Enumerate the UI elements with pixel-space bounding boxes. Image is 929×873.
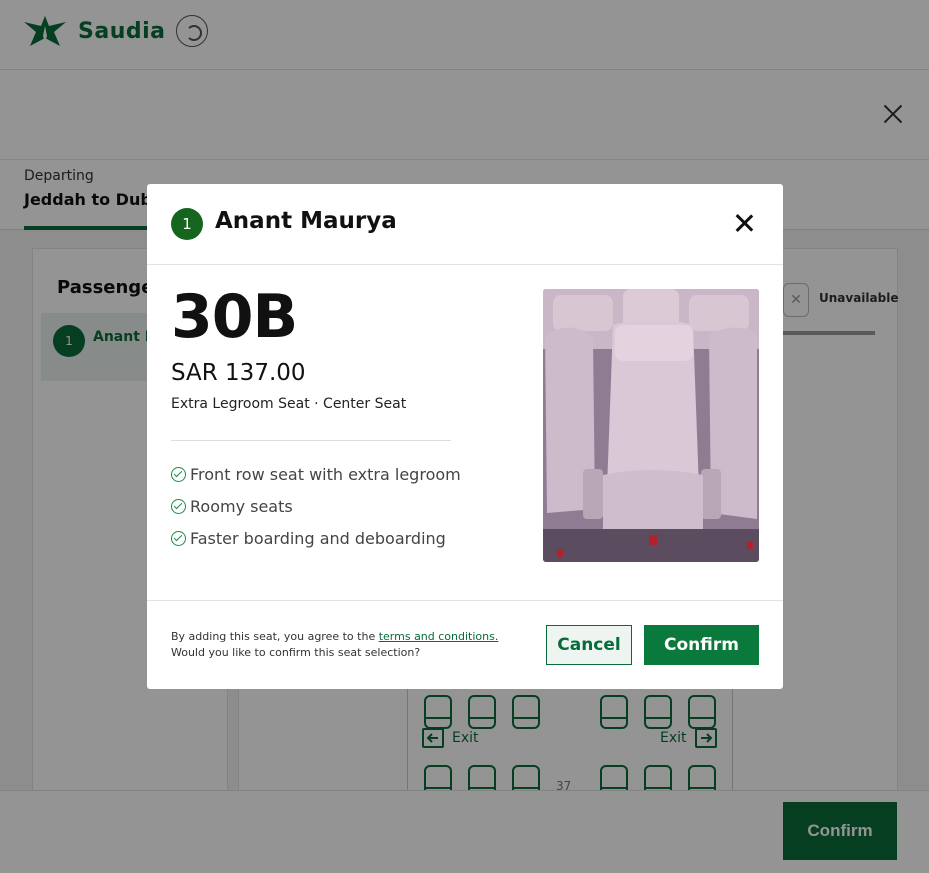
confirm-question: Would you like to confirm this seat sele…	[171, 646, 421, 659]
seat-price: SAR 137.00	[171, 360, 306, 386]
agreement-prefix: By adding this seat, you agree to the	[171, 630, 379, 643]
feature-text: Front row seat with extra legroom	[190, 464, 461, 484]
modal-footer: By adding this seat, you agree to the te…	[147, 600, 783, 689]
divider	[171, 440, 451, 441]
feature-item: Roomy seats	[171, 490, 461, 522]
modal-header: 1 Anant Maurya	[147, 184, 783, 265]
check-circle-icon	[171, 466, 186, 482]
confirm-button[interactable]: Confirm	[644, 625, 759, 665]
seat-type: Extra Legroom Seat · Center Seat	[171, 396, 407, 412]
seat-photo	[543, 289, 759, 562]
feature-item: Faster boarding and deboarding	[171, 522, 461, 554]
terms-link[interactable]: terms and conditions.	[379, 630, 499, 643]
check-circle-icon	[171, 530, 186, 546]
check-circle-icon	[171, 498, 186, 514]
modal-passenger-name: Anant Maurya	[215, 208, 397, 234]
agreement-text: By adding this seat, you agree to the te…	[171, 629, 498, 661]
feature-text: Faster boarding and deboarding	[190, 528, 446, 548]
seat-features: Front row seat with extra legroom Roomy …	[171, 458, 461, 554]
close-icon[interactable]	[735, 214, 753, 232]
seat-code: 30B	[171, 282, 298, 352]
cancel-button[interactable]: Cancel	[546, 625, 632, 665]
feature-item: Front row seat with extra legroom	[171, 458, 461, 490]
feature-text: Roomy seats	[190, 496, 293, 516]
seat-details-modal: 1 Anant Maurya 30B SAR 137.00 Extra Legr…	[147, 184, 783, 689]
passenger-number-badge: 1	[171, 208, 203, 240]
